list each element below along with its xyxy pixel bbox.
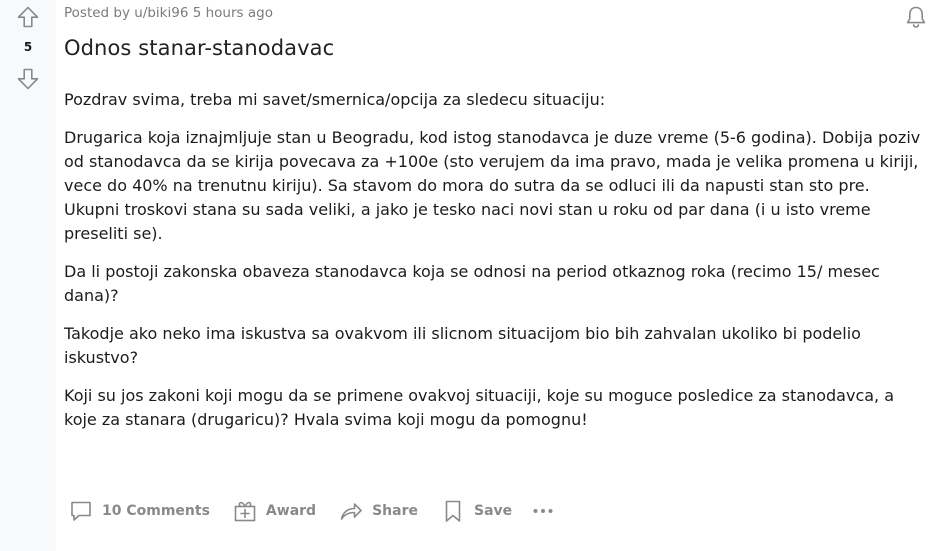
post-paragraph: Takodje ako neko ima iskustva sa ovakvom…: [64, 324, 861, 367]
arrow-down-icon: [17, 68, 39, 90]
comment-icon: [71, 501, 91, 521]
vote-count: 5: [23, 40, 33, 54]
comments-button[interactable]: 10 Comments: [64, 496, 214, 526]
post-body: Pozdrav svima, treba mi savet/smernica/o…: [64, 88, 930, 446]
more-icon: [533, 509, 553, 513]
post-title[interactable]: Odnos stanar-stanodavac: [64, 36, 334, 60]
vote-column: 5: [0, 0, 56, 551]
award-button[interactable]: Award: [228, 496, 320, 526]
save-label: Save: [473, 503, 513, 519]
gift-icon: [234, 501, 256, 522]
comments-label: 10 Comments: [102, 503, 210, 519]
notifications-button[interactable]: [903, 4, 929, 30]
downvote-button[interactable]: [15, 66, 41, 92]
post-paragraph: Drugarica koja iznajmljuje stan u Beogra…: [64, 128, 921, 243]
more-options-button[interactable]: [526, 496, 560, 526]
post-paragraph: Da li postoji zakonska obaveza stanodavc…: [64, 262, 880, 305]
share-label: Share: [372, 503, 418, 519]
post-actions: 10 Comments Award Share Save: [64, 496, 574, 526]
arrow-up-icon: [17, 6, 39, 28]
post-meta: Posted by u/biki96 5 hours ago: [64, 5, 273, 21]
bookmark-icon: [445, 500, 461, 522]
post-paragraph: Koji su jos zakoni koji mogu da se prime…: [64, 386, 895, 429]
share-icon: [340, 503, 362, 520]
award-label: Award: [265, 503, 317, 519]
share-button[interactable]: Share: [334, 496, 422, 526]
upvote-button[interactable]: [15, 4, 41, 30]
save-button[interactable]: Save: [436, 496, 516, 526]
bell-icon: [906, 6, 926, 28]
post-paragraph: Pozdrav svima, treba mi savet/smernica/o…: [64, 90, 606, 109]
